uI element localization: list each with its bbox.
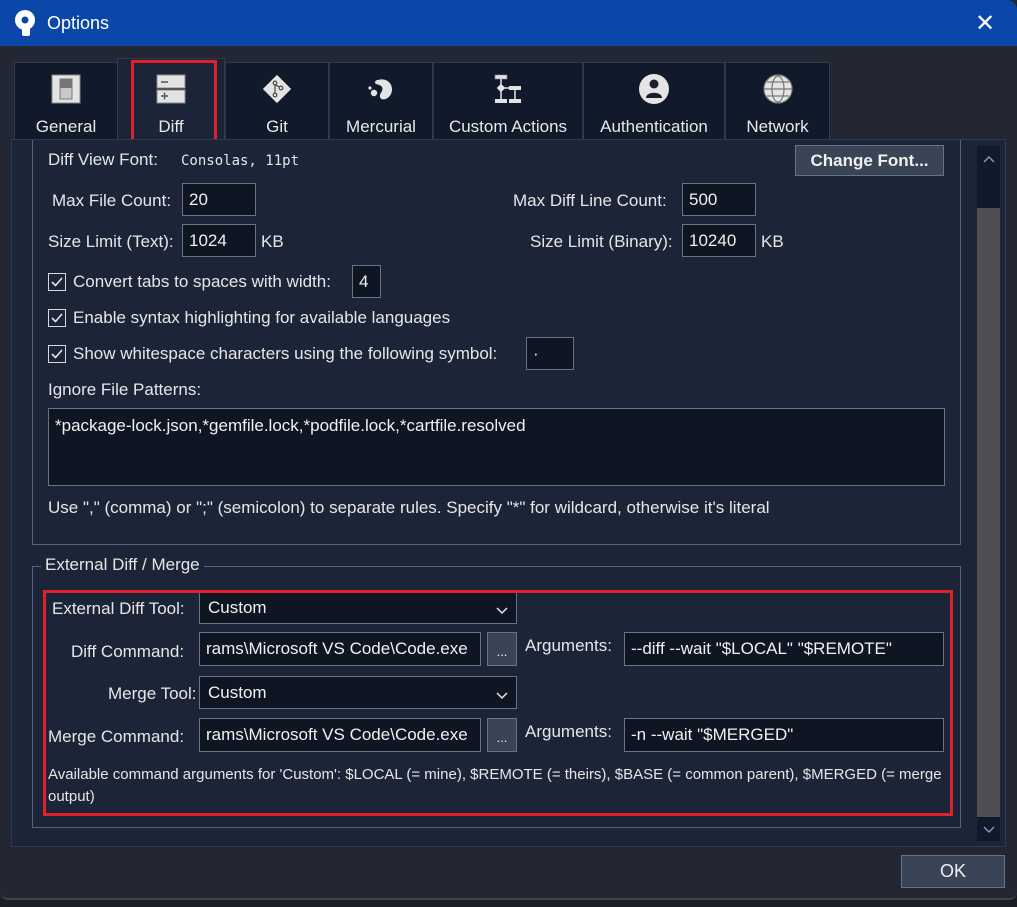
tab-network[interactable]: Network	[725, 62, 830, 140]
title-bar: Options ✕	[0, 0, 1017, 46]
chevron-down-icon	[496, 686, 508, 706]
merge-tool-select[interactable]: Custom	[199, 676, 517, 709]
diff-command-browse-button[interactable]: ...	[487, 632, 517, 666]
ignore-patterns-label: Ignore File Patterns:	[48, 380, 202, 399]
external-diff-tool-select[interactable]: Custom	[199, 591, 517, 624]
mercurial-drop-icon	[365, 73, 397, 105]
chevron-down-icon	[496, 601, 508, 621]
available-arguments-help: Available command arguments for 'Custom'…	[48, 766, 942, 805]
max-diff-line-count-label: Max Diff Line Count:	[513, 191, 667, 210]
show-whitespace-label: Show whitespace characters using the fol…	[73, 344, 498, 363]
max-diff-line-count-input[interactable]: 500	[682, 183, 756, 216]
max-file-count-label: Max File Count:	[52, 191, 172, 210]
show-whitespace-checkbox[interactable]	[48, 345, 66, 363]
max-file-count-input[interactable]: 20	[182, 183, 256, 216]
tab-label: Diff	[158, 117, 184, 136]
size-limit-text-unit: KB	[261, 232, 284, 251]
close-button[interactable]: ✕	[953, 0, 1017, 46]
window-title: Options	[47, 13, 110, 33]
options-dialog: Options ✕ General Diff Git Mercurial Cus…	[0, 0, 1017, 900]
size-limit-binary-label: Size Limit (Binary):	[530, 232, 673, 251]
diff-arguments-input[interactable]: --diff --wait "$LOCAL" "$REMOTE"	[624, 632, 944, 666]
scroll-thumb[interactable]	[977, 208, 1000, 817]
syntax-highlighting-checkbox[interactable]	[48, 309, 66, 327]
merge-tool-value: Custom	[208, 682, 267, 702]
merge-command-browse-button[interactable]: ...	[487, 718, 517, 752]
tab-label: General	[35, 117, 97, 136]
external-diff-tool-value: Custom	[208, 597, 267, 617]
tab-diff[interactable]: Diff	[117, 58, 225, 140]
close-icon: ✕	[974, 9, 996, 37]
diff-view-font-label: Diff View Font:	[48, 150, 158, 169]
tab-label: Network	[746, 117, 809, 136]
flowchart-icon	[492, 73, 524, 105]
merge-command-input[interactable]: rams\Microsoft VS Code\Code.exe	[199, 718, 481, 752]
merge-arguments-input[interactable]: -n --wait "$MERGED"	[624, 718, 944, 752]
size-limit-text-input[interactable]: 1024	[182, 224, 256, 257]
diff-minus-plus-icon	[155, 73, 187, 105]
size-limit-binary-input[interactable]: 10240	[682, 224, 756, 257]
ignore-patterns-textarea[interactable]: *package-lock.json,*gemfile.lock,*podfil…	[48, 408, 945, 486]
diff-arguments-label: Arguments:	[525, 636, 612, 655]
tab-label: Authentication	[600, 117, 708, 136]
git-branch-icon	[261, 73, 293, 105]
chevron-up-icon	[982, 148, 995, 168]
vertical-scrollbar[interactable]	[977, 146, 1000, 841]
convert-tabs-label: Convert tabs to spaces with width:	[73, 272, 331, 291]
user-circle-icon	[638, 73, 670, 105]
tab-mercurial[interactable]: Mercurial	[329, 62, 433, 140]
tab-label: Custom Actions	[448, 117, 568, 136]
size-limit-binary-unit: KB	[761, 232, 784, 251]
tab-label: Git	[266, 117, 288, 136]
tab-git[interactable]: Git	[225, 62, 329, 140]
merge-tool-label: Merge Tool:	[108, 684, 197, 703]
sourcetree-logo-icon	[12, 9, 38, 37]
tab-label: Mercurial	[346, 117, 416, 136]
diff-settings-panel: Diff View Font: Consolas, 11pt Change Fo…	[11, 139, 1006, 847]
external-diff-merge-title: External Diff / Merge	[41, 555, 204, 575]
ok-button[interactable]: OK	[901, 855, 1005, 888]
settings-scroll-area: Diff View Font: Consolas, 11pt Change Fo…	[12, 140, 1005, 846]
size-limit-text-label: Size Limit (Text):	[48, 232, 174, 251]
chevron-down-icon	[982, 819, 995, 839]
toggle-switch-icon	[50, 73, 82, 105]
tab-authentication[interactable]: Authentication	[583, 62, 725, 140]
tab-width-input[interactable]: 4	[352, 265, 381, 298]
diff-command-input[interactable]: rams\Microsoft VS Code\Code.exe	[199, 632, 481, 666]
tab-custom-actions[interactable]: Custom Actions	[433, 62, 583, 140]
merge-command-label: Merge Command:	[48, 727, 185, 746]
diff-command-label: Diff Command:	[71, 642, 185, 661]
diff-view-font-value: Consolas, 11pt	[181, 153, 300, 169]
scroll-up-button[interactable]	[977, 146, 1000, 170]
tab-general[interactable]: General	[14, 62, 118, 140]
globe-icon	[762, 73, 794, 105]
ignore-patterns-hint: Use "," (comma) or ";" (semicolon) to se…	[48, 498, 770, 517]
merge-arguments-label: Arguments:	[525, 722, 612, 741]
external-diff-tool-label: External Diff Tool:	[52, 599, 185, 618]
syntax-highlighting-label: Enable syntax highlighting for available…	[73, 308, 451, 327]
change-font-button[interactable]: Change Font...	[795, 145, 944, 176]
convert-tabs-checkbox[interactable]	[48, 273, 66, 291]
scroll-down-button[interactable]	[977, 817, 1000, 841]
whitespace-symbol-input[interactable]: ·	[526, 337, 574, 370]
